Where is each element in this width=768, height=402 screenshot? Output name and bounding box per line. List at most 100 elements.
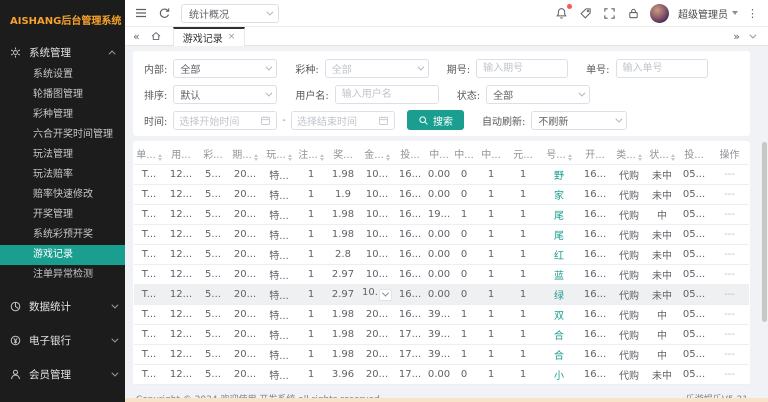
sidebar-item-开奖管理[interactable]: 开奖管理 <box>0 205 125 225</box>
period-input[interactable] <box>476 59 568 78</box>
order-no-input[interactable] <box>616 59 708 78</box>
table-cell: 1 <box>506 224 540 244</box>
brand-title: AISHANG后台管理系统 <box>0 0 125 37</box>
tabs-scroll-right-icon[interactable]: » <box>733 31 740 42</box>
sidebar-item-系统设置[interactable]: 系统设置 <box>0 65 125 85</box>
column-header[interactable]: 号... <box>540 143 578 164</box>
column-header[interactable]: 期... <box>228 143 262 164</box>
tag-icon[interactable] <box>578 6 593 21</box>
user-menu[interactable]: 超级管理员 <box>678 6 738 21</box>
start-time-picker[interactable]: 选择开始时间 <box>173 111 277 130</box>
autorefresh-select[interactable]: 不刷新 <box>531 111 627 130</box>
sidebar-item-玩法管理[interactable]: 玩法管理 <box>0 145 125 165</box>
username-input[interactable] <box>335 85 439 104</box>
user-avatar[interactable] <box>650 4 669 23</box>
filter-label-time: 时间: <box>144 113 167 128</box>
table-cell: 0.00 <box>426 184 452 204</box>
table-cell: 39... <box>426 324 452 344</box>
table-cell: 1 <box>476 164 506 184</box>
table-cell: 红 <box>540 244 578 264</box>
fullscreen-icon[interactable] <box>602 6 617 21</box>
sidebar-group-会员管理[interactable]: 会员管理 <box>0 361 125 387</box>
page-scrollbar-track[interactable] <box>761 47 768 398</box>
table-cell: 特... <box>262 324 296 344</box>
table-cell: 16... <box>578 244 612 264</box>
search-button[interactable]: 搜索 <box>407 110 464 130</box>
sort-icon[interactable] <box>386 154 390 161</box>
column-header: 投... <box>394 143 426 164</box>
table-cell: 16... <box>578 164 612 184</box>
nav-select[interactable]: 统计概况 <box>181 4 279 23</box>
sort-icon[interactable] <box>158 154 162 161</box>
table-cell: 20... <box>228 304 262 324</box>
sort-select-value: 默认 <box>180 87 200 102</box>
column-header[interactable]: 类... <box>612 143 646 164</box>
sidebar-group-公告优惠管理[interactable]: 公告优惠管理 <box>0 395 125 402</box>
refresh-icon[interactable] <box>157 6 172 21</box>
table-row[interactable]: T...12...5...20...特...11.9820...16...39.… <box>134 304 749 324</box>
sidebar-item-注单异常检测[interactable]: 注单异常检测 <box>0 265 125 285</box>
table-row[interactable]: T...12...5...20...特...11.9810...16...0.0… <box>134 224 749 244</box>
lottery-select[interactable]: 全部 <box>325 59 429 78</box>
sidebar-item-玩法赔率[interactable]: 玩法赔率 <box>0 165 125 185</box>
sort-icon[interactable] <box>671 154 675 161</box>
sidebar-item-游戏记录[interactable]: 游戏记录 <box>0 245 125 265</box>
notification-bell-icon[interactable] <box>554 6 569 21</box>
table-row[interactable]: T...12...5...20...特...12.9710...16...0.0… <box>134 264 749 284</box>
tab-game-records[interactable]: 游戏记录 × <box>173 27 246 46</box>
table-cell: 1 <box>296 304 326 324</box>
sidebar-item-六合开奖时间管理[interactable]: 六合开奖时间管理 <box>0 125 125 145</box>
column-header[interactable]: 注... <box>296 143 326 164</box>
table-cell: 代购 <box>612 204 646 224</box>
expand-row-icon[interactable] <box>379 289 392 301</box>
table-cell: 16... <box>578 264 612 284</box>
table-cell: 特... <box>262 224 296 244</box>
column-header[interactable]: 状... <box>646 143 678 164</box>
lock-icon[interactable] <box>626 6 641 21</box>
table-row[interactable]: T...12...5...20...特...11.9810...16...19.… <box>134 204 749 224</box>
page-scrollbar-thumb[interactable] <box>762 142 767 322</box>
table-row[interactable]: T...12...5...20...特...13.9620...17...0.0… <box>134 364 749 384</box>
tabs-menu-chevron-icon[interactable] <box>749 31 756 38</box>
table-cell: 12... <box>164 304 198 324</box>
status-select[interactable]: 全部 <box>486 85 590 104</box>
sort-icon[interactable] <box>288 154 292 161</box>
sidebar-group-系统管理[interactable]: 系统管理 <box>0 39 125 65</box>
home-icon[interactable] <box>149 29 164 44</box>
main-area: 统计概况 超级管理员 ⋮ <box>125 0 768 402</box>
horizontal-scrollbar[interactable] <box>125 398 768 402</box>
column-header[interactable]: 玩... <box>262 143 296 164</box>
chevron-down-icon <box>111 369 118 376</box>
tabs-scroll-left-icon[interactable]: « <box>133 31 140 42</box>
sort-icon[interactable] <box>638 154 642 161</box>
sort-icon[interactable] <box>568 154 572 161</box>
tab-close-icon[interactable]: × <box>228 32 236 42</box>
sidebar-item-赔率快速修改[interactable]: 赔率快速修改 <box>0 185 125 205</box>
more-options-icon[interactable]: ⋮ <box>747 7 758 20</box>
end-time-picker[interactable]: 选择结束时间 <box>291 111 395 130</box>
sidebar-group-label: 会员管理 <box>29 367 104 382</box>
table-row[interactable]: T...12...5...20...特...12.810...16...0.00… <box>134 244 749 264</box>
column-header[interactable]: 单... <box>134 143 164 164</box>
sidebar-item-彩种管理[interactable]: 彩种管理 <box>0 105 125 125</box>
sort-icon[interactable] <box>320 154 324 161</box>
sidebar-item-轮播图管理[interactable]: 轮播图管理 <box>0 85 125 105</box>
table-row[interactable]: T...12...5...20...特...11.9810...16...0.0… <box>134 164 749 184</box>
internal-select[interactable]: 全部 <box>173 59 277 78</box>
sort-icon[interactable] <box>254 154 258 161</box>
table-row[interactable]: T...12...5...20...特...11.9820...17...39.… <box>134 324 749 344</box>
sidebar-item-系统彩预开奖[interactable]: 系统彩预开奖 <box>0 225 125 245</box>
column-header[interactable]: 金... <box>360 143 394 164</box>
records-table: 单...用...彩...期...玩...注...奖...金...投...中...… <box>134 143 749 385</box>
table-row[interactable]: T...12...5...20...特...12.9710.16...0.000… <box>134 284 749 304</box>
collapse-menu-icon[interactable] <box>133 6 148 21</box>
table-cell: 1 <box>452 344 476 364</box>
sidebar-group-数据统计[interactable]: 数据统计 <box>0 293 125 319</box>
table-cell: 17... <box>394 364 426 384</box>
table-row[interactable]: T...12...5...20...特...11.9820...17...39.… <box>134 344 749 364</box>
table-cell: 39... <box>426 304 452 324</box>
sort-select[interactable]: 默认 <box>173 85 277 104</box>
sidebar-group-电子银行[interactable]: 电子银行 <box>0 327 125 353</box>
table-cell: --- <box>710 284 749 304</box>
table-row[interactable]: T...12...5...20...特...11.910...16...0.00… <box>134 184 749 204</box>
